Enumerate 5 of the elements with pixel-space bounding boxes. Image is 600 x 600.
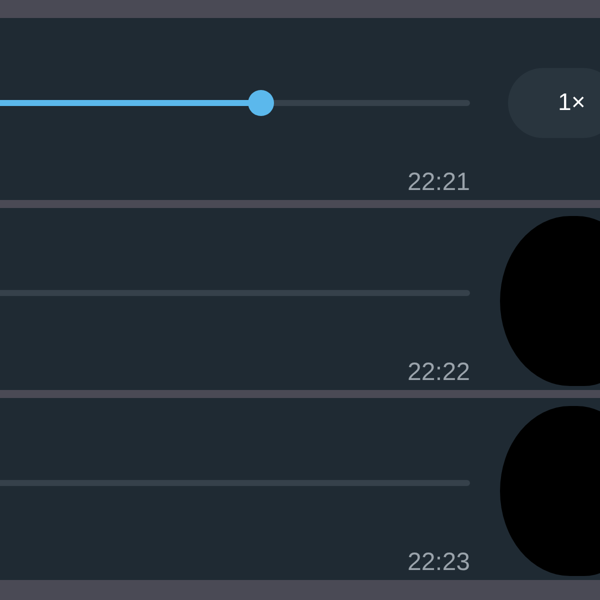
message-time: 22:23 <box>407 548 470 577</box>
audio-progress-slider[interactable] <box>0 90 470 116</box>
message-time: 22:21 <box>407 168 470 197</box>
playback-speed-button[interactable]: 1× <box>508 68 600 138</box>
message-time: 22:22 <box>407 358 470 387</box>
